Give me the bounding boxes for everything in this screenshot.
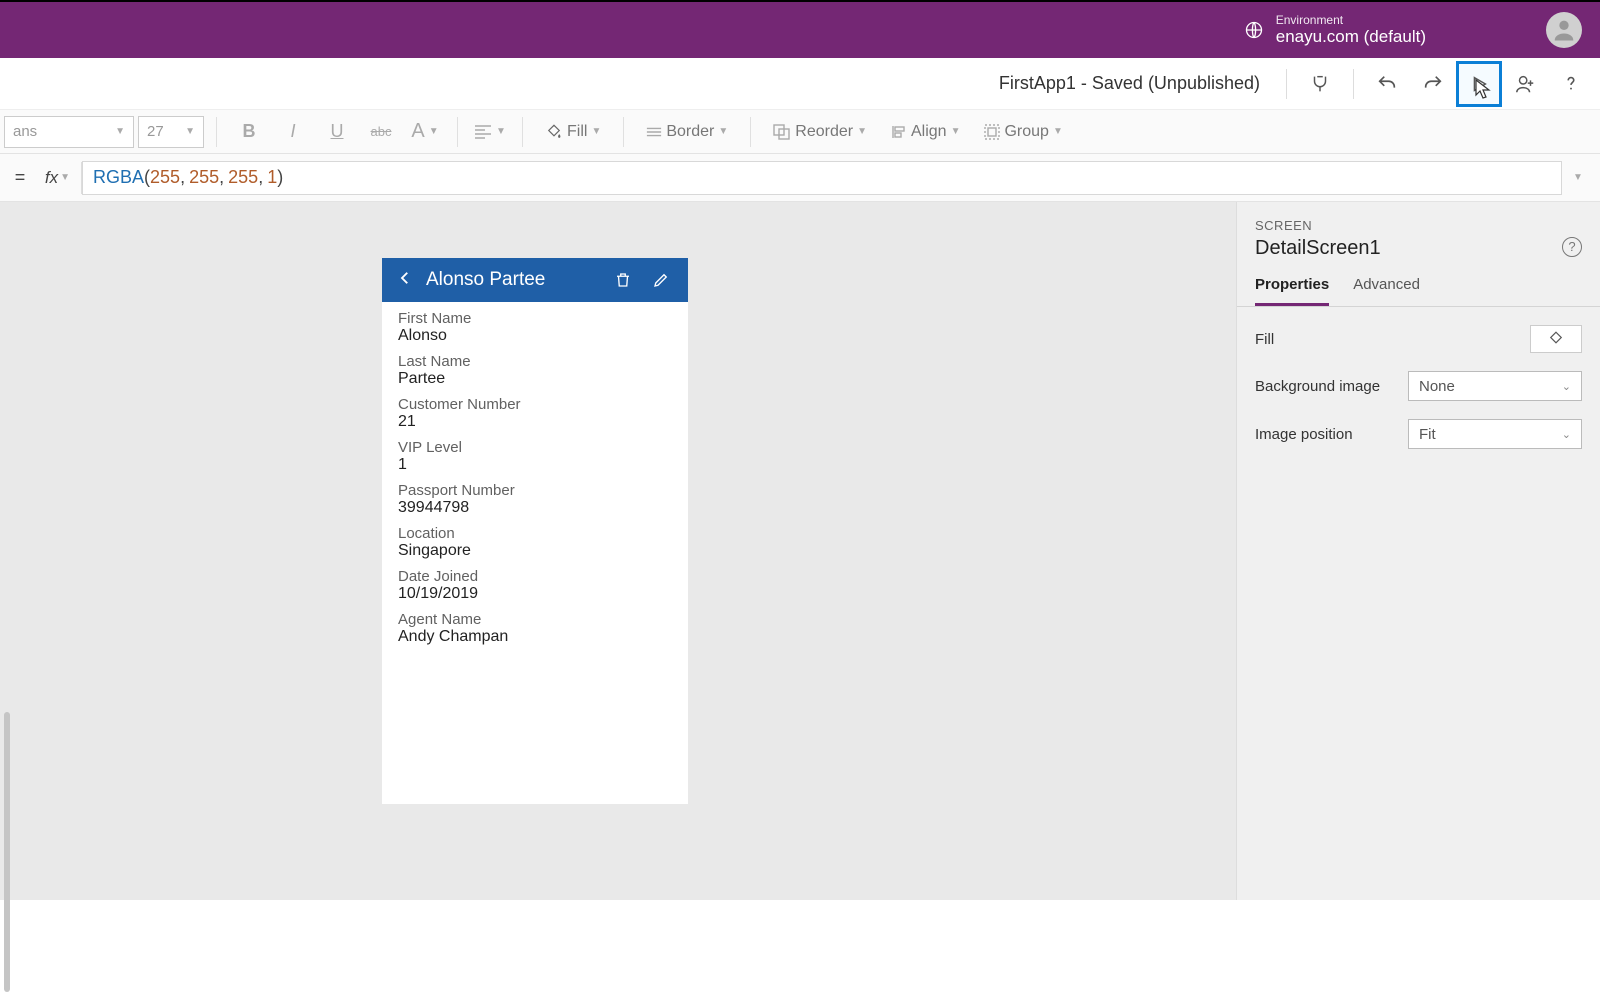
- field-value: Andy Champan: [398, 628, 672, 646]
- properties-tabs: Properties Advanced: [1237, 268, 1600, 307]
- detail-title: Alonso Partee: [426, 269, 598, 291]
- user-avatar[interactable]: [1546, 12, 1582, 48]
- chevron-down-icon: ▼: [951, 126, 961, 137]
- font-size-select[interactable]: 27▼: [138, 116, 204, 148]
- field-label: Passport Number: [398, 482, 672, 499]
- prop-label: Background image: [1255, 378, 1380, 395]
- detail-field: First NameAlonso: [398, 310, 672, 345]
- group-button[interactable]: Group ▼: [974, 112, 1072, 152]
- bold-button[interactable]: B: [229, 112, 269, 152]
- detail-header: Alonso Partee: [382, 258, 688, 302]
- field-label: Customer Number: [398, 396, 672, 413]
- separator: [1353, 69, 1354, 99]
- preview-play-button[interactable]: [1456, 61, 1502, 107]
- edit-button[interactable]: [648, 271, 674, 289]
- tab-advanced[interactable]: Advanced: [1353, 276, 1420, 306]
- field-label: Date Joined: [398, 568, 672, 585]
- app-title: FirstApp1 - Saved (Unpublished): [999, 73, 1260, 94]
- chevron-down-icon: ▼: [1053, 126, 1063, 137]
- font-color-button[interactable]: A▼: [405, 112, 445, 152]
- text-align-button[interactable]: ▼: [470, 112, 510, 152]
- globe-icon: [1244, 20, 1264, 40]
- scrollbar[interactable]: [4, 712, 10, 992]
- chevron-down-icon: ⌄: [1562, 428, 1571, 441]
- back-button[interactable]: [396, 269, 414, 292]
- detail-field: Last NamePartee: [398, 353, 672, 388]
- property-selector[interactable]: =: [6, 167, 34, 188]
- selection-kind: SCREEN: [1255, 218, 1582, 233]
- detail-body: First NameAlonso Last NamePartee Customer …: [382, 302, 688, 658]
- formula-bar: = fx ▼ RGBA(255, 255, 255, 1) ▼: [0, 154, 1600, 202]
- environment-block[interactable]: Environment enayu.com (default): [1244, 13, 1426, 48]
- main-area: Alonso Partee First NameAlonsoLast NameP…: [0, 202, 1600, 900]
- properties-panel: SCREEN DetailScreen1 ? Properties Advanc…: [1236, 202, 1600, 900]
- detail-field: VIP Level1: [398, 439, 672, 474]
- font-family-select[interactable]: ans▼: [4, 116, 134, 148]
- prop-label: Fill: [1255, 331, 1274, 348]
- undo-button[interactable]: [1364, 61, 1410, 107]
- environment-name: enayu.com (default): [1276, 27, 1426, 47]
- chevron-down-icon: ▼: [115, 126, 125, 137]
- selection-name: DetailScreen1: [1255, 237, 1381, 260]
- formula-input[interactable]: RGBA(255, 255, 255, 1): [82, 161, 1562, 195]
- align-button[interactable]: Align ▼: [881, 112, 970, 152]
- environment-label: Environment: [1276, 13, 1426, 27]
- format-toolbar: ans▼ 27▼ B I U abc A▼ ▼ Fill ▼ Border ▼ …: [0, 110, 1600, 154]
- prop-label: Image position: [1255, 426, 1353, 443]
- redo-button[interactable]: [1410, 61, 1456, 107]
- share-button[interactable]: [1502, 61, 1548, 107]
- field-label: Agent Name: [398, 611, 672, 628]
- chevron-down-icon: ▼: [1573, 172, 1583, 183]
- field-value: 10/19/2019: [398, 585, 672, 603]
- chevron-down-icon: ▼: [496, 126, 506, 137]
- tab-properties[interactable]: Properties: [1255, 276, 1329, 306]
- delete-button[interactable]: [610, 271, 636, 289]
- canvas[interactable]: Alonso Partee First NameAlonsoLast NameP…: [18, 202, 1236, 900]
- field-value: 21: [398, 413, 672, 431]
- field-value: 39944798: [398, 499, 672, 517]
- strikethrough-button[interactable]: abc: [361, 112, 401, 152]
- help-button[interactable]: [1548, 61, 1594, 107]
- field-value: Singapore: [398, 542, 672, 560]
- fill-color-button[interactable]: Fill ▼: [535, 112, 611, 152]
- fill-color-picker[interactable]: [1530, 325, 1582, 353]
- chevron-down-icon: ▼: [429, 126, 439, 137]
- field-value: 1: [398, 456, 672, 474]
- prop-row-fill: Fill: [1255, 325, 1582, 353]
- border-button[interactable]: Border ▼: [636, 112, 738, 152]
- field-value: Partee: [398, 370, 672, 388]
- detail-form: Alonso Partee First NameAlonsoLast NameP…: [382, 258, 688, 804]
- image-position-select[interactable]: Fit ⌄: [1408, 419, 1582, 449]
- reorder-button[interactable]: Reorder ▼: [763, 112, 877, 152]
- formula-expand-button[interactable]: ▼: [1562, 172, 1594, 183]
- prop-row-background-image: Background image None ⌄: [1255, 371, 1582, 401]
- panel-help-icon[interactable]: ?: [1562, 237, 1582, 257]
- field-label: VIP Level: [398, 439, 672, 456]
- detail-field: Passport Number39944798: [398, 482, 672, 517]
- chevron-down-icon: ⌄: [1562, 380, 1571, 393]
- field-value: Alonso: [398, 327, 672, 345]
- underline-button[interactable]: U: [317, 112, 357, 152]
- italic-button[interactable]: I: [273, 112, 313, 152]
- detail-field: Agent NameAndy Champan: [398, 611, 672, 646]
- separator: [1286, 69, 1287, 99]
- app-checker-icon[interactable]: [1297, 61, 1343, 107]
- detail-field: Customer Number21: [398, 396, 672, 431]
- prop-row-image-position: Image position Fit ⌄: [1255, 419, 1582, 449]
- fx-icon[interactable]: fx ▼: [34, 162, 82, 194]
- command-bar: FirstApp1 - Saved (Unpublished): [0, 58, 1600, 110]
- detail-field: LocationSingapore: [398, 525, 672, 560]
- chevron-down-icon: ▼: [718, 126, 728, 137]
- detail-field: Date Joined10/19/2019: [398, 568, 672, 603]
- chevron-down-icon: ▼: [60, 172, 70, 183]
- field-label: First Name: [398, 310, 672, 327]
- chevron-down-icon: ▼: [857, 126, 867, 137]
- chevron-down-icon: ▼: [185, 126, 195, 137]
- field-label: Location: [398, 525, 672, 542]
- chevron-down-icon: ▼: [591, 126, 601, 137]
- background-image-select[interactable]: None ⌄: [1408, 371, 1582, 401]
- app-header: Environment enayu.com (default): [0, 0, 1600, 58]
- field-label: Last Name: [398, 353, 672, 370]
